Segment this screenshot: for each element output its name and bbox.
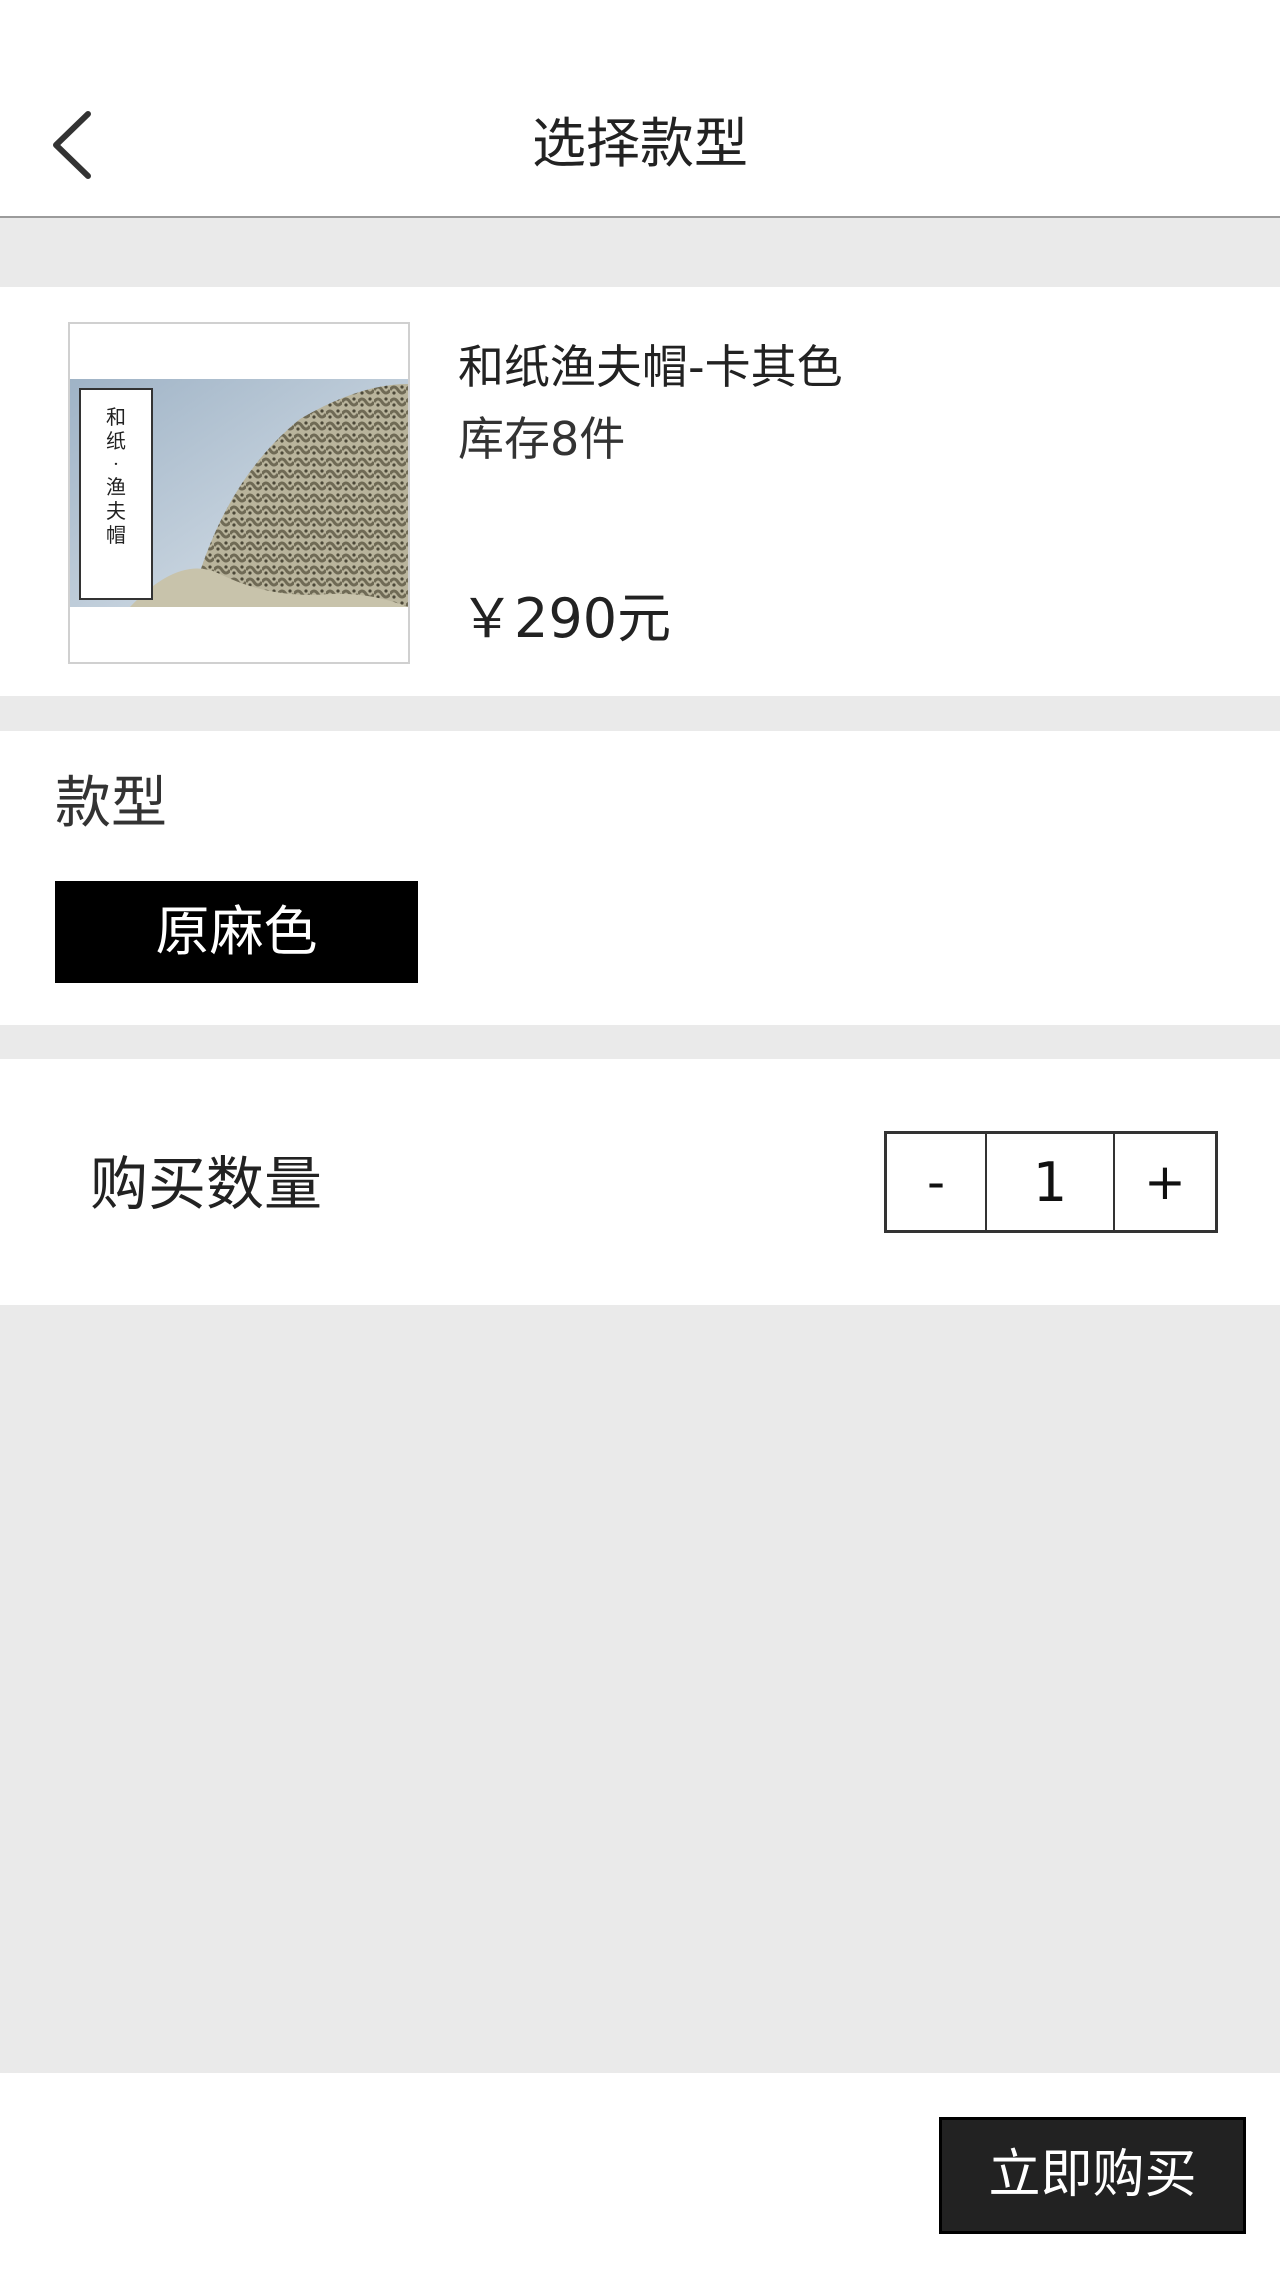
increment-button[interactable]: + [1115,1134,1215,1230]
top-bar: 选择款型 [0,0,1280,218]
page-title: 选择款型 [532,112,748,175]
quantity-section: 购买数量 - 1 + [0,1059,1280,1305]
bottom-bar: 立即购买 [0,2073,1280,2277]
svg-text:渔: 渔 [106,475,126,499]
svg-text:和: 和 [106,405,126,429]
style-option-selected[interactable]: 原麻色 [55,881,418,983]
style-section: 款型 原麻色 [0,731,1280,1025]
quantity-label: 购买数量 [90,1150,323,1218]
style-label: 款型 [55,771,167,836]
quantity-value[interactable]: 1 [987,1134,1115,1230]
decrement-button[interactable]: - [887,1134,987,1230]
svg-text:·: · [113,454,119,475]
stock-count: 库存8件 [458,412,626,466]
product-price: ￥290元 [460,587,672,650]
buy-now-button[interactable]: 立即购买 [939,2117,1246,2234]
product-name: 和纸渔夫帽-卡其色 [458,340,843,394]
quantity-stepper: - 1 + [884,1131,1218,1233]
svg-text:纸: 纸 [106,429,126,453]
svg-text:夫: 夫 [106,499,126,523]
product-card: 和 纸 · 渔 夫 帽 和纸渔夫帽-卡其色 库存8件 ￥290元 [0,287,1280,696]
svg-text:帽: 帽 [106,523,126,547]
product-image: 和 纸 · 渔 夫 帽 [68,322,410,664]
